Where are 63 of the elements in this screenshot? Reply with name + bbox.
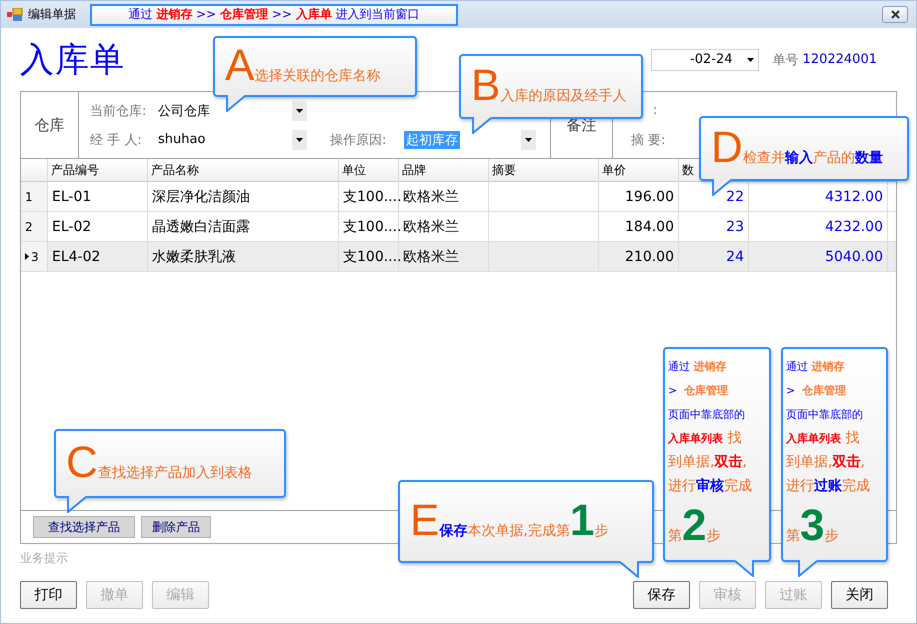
table-cell: 4312.00: [749, 182, 888, 211]
app-icon: [7, 8, 23, 22]
table-cell: 支100....: [339, 212, 399, 241]
table-cell: 支100....: [339, 242, 399, 271]
table-cell: 184.00: [599, 212, 679, 241]
close-button[interactable]: [882, 6, 908, 23]
table-cell: 支100....: [339, 182, 399, 211]
row-number: 2: [25, 220, 33, 234]
field-label: 摘 要:: [631, 132, 666, 148]
toolbar-button[interactable]: 删除产品: [141, 516, 211, 538]
dropdown-arrow-icon: [296, 138, 303, 142]
dropdown-arrow-icon: [525, 138, 532, 142]
table-cell: 210.00: [599, 242, 679, 271]
date-field[interactable]: -02-24: [650, 48, 759, 70]
action-button[interactable]: 打印: [20, 581, 77, 609]
field-label: 经 手 人:: [90, 132, 143, 148]
table-cell: 欧格米兰: [399, 212, 489, 241]
row-number: 3: [31, 250, 39, 264]
step-text: 第3步: [786, 501, 838, 552]
page-heading: 入库单: [20, 38, 125, 82]
table-cell: 23: [679, 212, 749, 241]
table-cell: EL-02: [48, 212, 148, 241]
table-cell: EL4-02: [48, 242, 148, 271]
current-row-icon: [25, 253, 29, 260]
doc-number-label: 单号: [772, 52, 799, 68]
callout-text: E保存本次单据,完成第 1步: [410, 496, 608, 547]
table-row[interactable]: 1 EL-01 深层净化洁颜油 支100....欧格米兰 196.00 22 4312.00: [21, 182, 896, 212]
dropdown-arrow-icon: [746, 58, 754, 62]
table-cell: 4232.00: [749, 212, 888, 241]
close-icon: [890, 10, 900, 19]
table-cell: 水嫩柔肤乳液: [148, 242, 339, 271]
callout-text: 通过 进销存 > 仓库管理 页面中靠底部的 入库单列表 找 到单据,双击, 进行过账完成: [786, 359, 870, 496]
table-row[interactable]: 2 EL-02 晶透嫩白洁面露 支100....欧格米兰 184.00 23 4232.00: [21, 212, 896, 242]
action-button[interactable]: 关闭: [831, 581, 888, 609]
callout-text: D检查并输入产品的数量: [711, 123, 883, 174]
combo-box[interactable]: shuhao: [156, 130, 307, 150]
action-button[interactable]: 保存: [633, 581, 690, 609]
window-title: 编辑单据: [28, 6, 76, 23]
table-cell: 24: [679, 242, 749, 271]
table-cell: EL-01: [48, 182, 148, 211]
table-row[interactable]: 3 EL4-02 水嫩柔肤乳液 支100....欧格米兰 210.00 24 5040.00: [21, 242, 896, 272]
table-cell: 欧格米兰: [399, 242, 489, 271]
step-text: 第2步: [668, 501, 720, 552]
doc-number: 120224001: [802, 52, 877, 67]
hint-label: 业务提示: [20, 550, 69, 567]
toolbar-button[interactable]: 查找选择产品: [33, 516, 135, 538]
dropdown-arrow-icon: [296, 108, 303, 112]
table-cell: 5040.00: [749, 242, 888, 271]
callout-text: A选择关联的仓库名称: [225, 41, 380, 92]
table-cell: 196.00: [599, 182, 679, 211]
callout-text: 通过 进销存 > 仓库管理 页面中靠底部的 入库单列表 找 到单据,双击, 进行审核完成: [668, 359, 752, 496]
callout-text: B入库的原因及经手人: [471, 61, 626, 112]
breadcrumb-text: 通过 进销存 >> 仓库管理 >> 入库单 进入到当前窗口: [128, 6, 420, 23]
row-number: 1: [25, 190, 33, 204]
table-cell: 晶透嫩白洁面露: [148, 212, 339, 241]
table-cell: 深层净化洁颜油: [148, 182, 339, 211]
combo-box[interactable]: 公司仓库: [156, 100, 307, 120]
field-label: :: [653, 103, 658, 118]
callout-text: C查找选择产品加入到表格: [66, 438, 252, 489]
section-label: 仓库: [34, 116, 64, 134]
table-cell: 欧格米兰: [399, 182, 489, 211]
field-label: 当前仓库:: [90, 102, 148, 120]
field-label: 操作原因:: [330, 132, 388, 148]
